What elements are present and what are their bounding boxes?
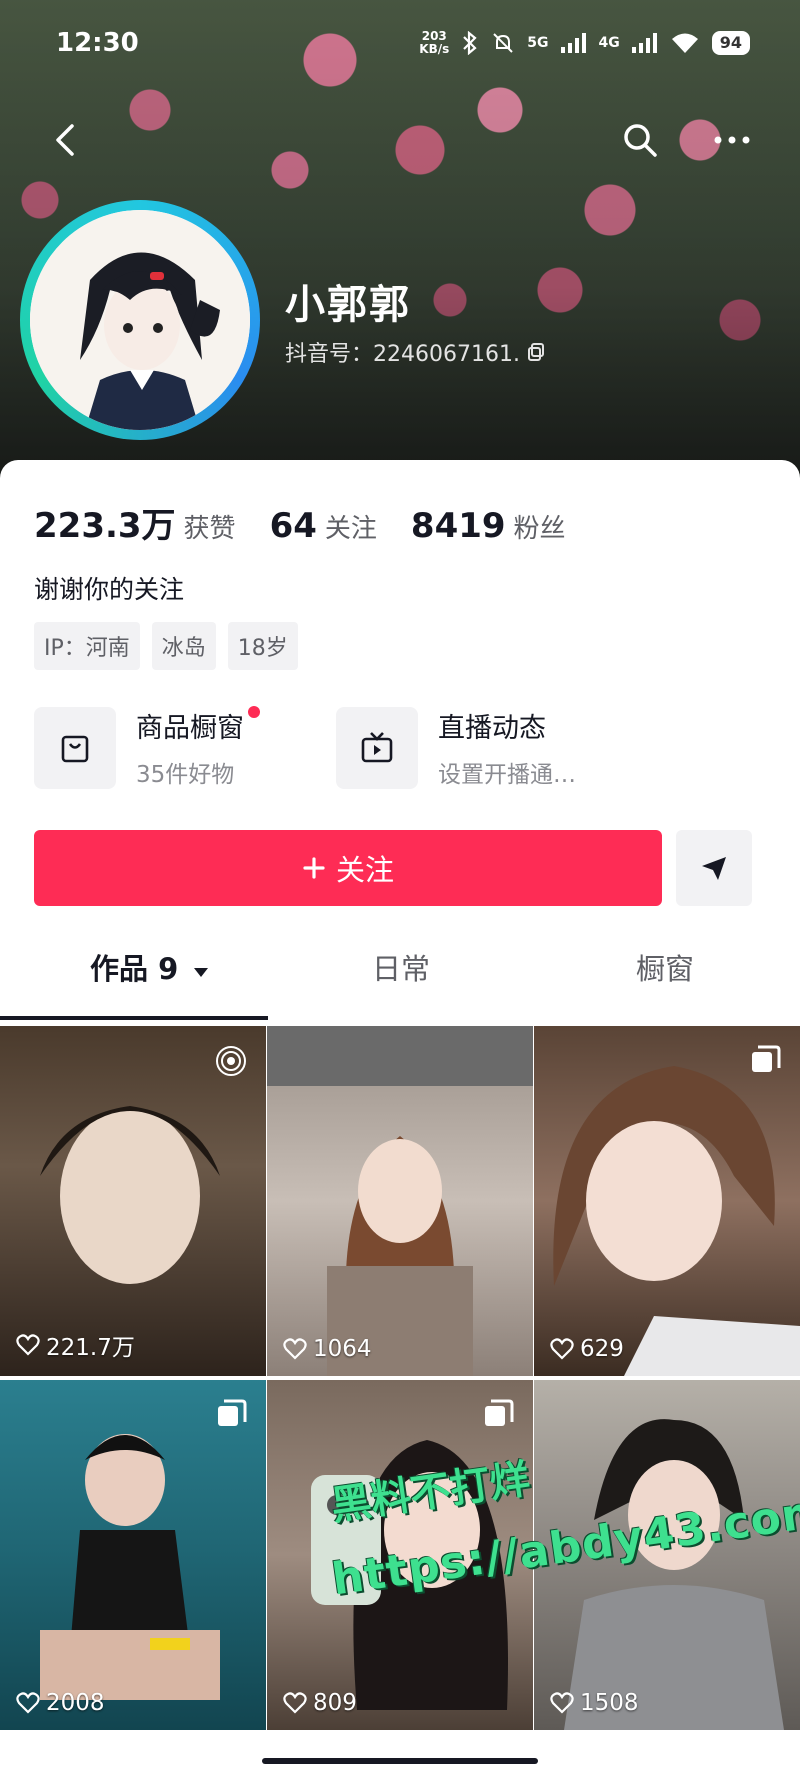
multi-image-icon bbox=[752, 1045, 781, 1072]
video-grid: 221.7万 1064 629 2008 809 1508 bbox=[0, 1026, 800, 1730]
caret-down-icon bbox=[194, 968, 209, 977]
copy-icon[interactable] bbox=[526, 342, 546, 362]
thumbnail-photo bbox=[40, 1434, 220, 1700]
heart-icon bbox=[16, 1692, 40, 1714]
tab-works[interactable]: 作品 9 bbox=[90, 946, 210, 988]
search-icon[interactable] bbox=[622, 122, 658, 158]
location-tag[interactable]: 冰岛 bbox=[151, 622, 216, 670]
live-updates-title: 直播动态 bbox=[438, 713, 546, 744]
follow-button[interactable]: 关注 bbox=[34, 830, 662, 906]
live-icon bbox=[216, 1046, 246, 1076]
age-tag: 18岁 bbox=[227, 622, 298, 670]
status-time: 12:30 bbox=[56, 28, 139, 58]
douyin-id[interactable]: 抖音号：2246067161. bbox=[285, 336, 546, 368]
heart-icon bbox=[283, 1338, 307, 1360]
send-icon bbox=[702, 857, 726, 880]
anime-girl-avatar-icon bbox=[30, 210, 250, 430]
sim2-type: 4G bbox=[598, 35, 620, 51]
profile-name: 小郭郭 bbox=[285, 282, 411, 328]
tab-daily[interactable]: 日常 bbox=[372, 946, 430, 988]
likes-count: 223.3万 bbox=[34, 506, 176, 546]
signal-icon bbox=[631, 33, 658, 53]
followers-count[interactable]: 8419 bbox=[411, 506, 506, 546]
shopping-bag-icon bbox=[34, 706, 116, 789]
live-updates-subtitle: 设置开播通… bbox=[438, 762, 576, 788]
video-likes: 1508 bbox=[550, 1690, 639, 1716]
status-icons: 203 KB/s 5G 4G 94 bbox=[419, 30, 750, 56]
thumbnail-photo bbox=[40, 1106, 220, 1284]
status-bar: 12:30 203 KB/s 5G 4G 94 bbox=[0, 22, 800, 70]
tv-icon bbox=[336, 706, 418, 789]
likes-label: 获赞 bbox=[183, 514, 236, 544]
notification-dot bbox=[248, 706, 260, 718]
douyin-id-text: 抖音号：2246067161. bbox=[285, 342, 520, 367]
video-likes: 809 bbox=[283, 1690, 357, 1716]
profile-stats: 223.3万 获赞 64 关注 8419 粉丝 bbox=[34, 498, 600, 547]
video-thumbnail[interactable]: 629 bbox=[534, 1026, 800, 1376]
more-options-icon[interactable] bbox=[712, 128, 752, 152]
multi-image-icon bbox=[485, 1399, 514, 1426]
profile-tags: IP：河南 冰岛 18岁 bbox=[34, 622, 298, 670]
avatar-image bbox=[30, 210, 250, 430]
tab-showcase[interactable]: 橱窗 bbox=[636, 946, 694, 988]
shop-window-title: 商品橱窗 bbox=[136, 706, 260, 745]
following-count[interactable]: 64 bbox=[270, 506, 317, 546]
home-indicator[interactable] bbox=[262, 1758, 538, 1764]
active-tab-indicator bbox=[0, 1016, 268, 1020]
follow-button-label: 关注 bbox=[335, 853, 394, 887]
following-label[interactable]: 关注 bbox=[325, 508, 377, 545]
bluetooth-icon bbox=[463, 31, 477, 55]
shop-window-subtitle: 35件好物 bbox=[136, 762, 235, 788]
video-likes: 1064 bbox=[283, 1336, 372, 1362]
video-likes: 2008 bbox=[16, 1690, 105, 1716]
heart-icon bbox=[283, 1692, 307, 1714]
ip-location-tag: IP：河南 bbox=[34, 622, 140, 670]
wifi-icon bbox=[671, 33, 698, 53]
heart-icon bbox=[16, 1334, 40, 1356]
video-likes: 221.7万 bbox=[16, 1328, 135, 1362]
video-likes: 629 bbox=[550, 1336, 624, 1362]
plus-icon bbox=[303, 857, 325, 879]
live-updates-entry[interactable]: 直播动态 设置开播通… bbox=[336, 706, 576, 789]
mute-icon bbox=[493, 33, 513, 53]
network-speed: 203 KB/s bbox=[419, 29, 450, 56]
thumbnail-photo bbox=[267, 1026, 533, 1376]
video-thumbnail[interactable]: 2008 bbox=[0, 1380, 266, 1730]
sim1-type: 5G bbox=[527, 35, 549, 51]
send-message-button[interactable] bbox=[676, 830, 752, 906]
followers-label[interactable]: 粉丝 bbox=[514, 508, 566, 545]
multi-image-icon bbox=[218, 1399, 247, 1426]
profile-bio: 谢谢你的关注 bbox=[34, 575, 185, 604]
battery-level: 94 bbox=[711, 31, 750, 55]
video-thumbnail[interactable]: 1064 bbox=[267, 1026, 533, 1376]
shop-window-entry[interactable]: 商品橱窗 35件好物 bbox=[34, 706, 260, 789]
thumbnail-photo bbox=[553, 1066, 800, 1376]
back-icon[interactable] bbox=[50, 120, 80, 160]
content-tabs: 作品 9 日常 橱窗 bbox=[0, 946, 800, 1006]
signal-icon bbox=[560, 33, 587, 53]
heart-icon bbox=[550, 1338, 574, 1360]
avatar[interactable] bbox=[20, 200, 260, 440]
heart-icon bbox=[550, 1692, 574, 1714]
video-thumbnail[interactable]: 221.7万 bbox=[0, 1026, 266, 1376]
